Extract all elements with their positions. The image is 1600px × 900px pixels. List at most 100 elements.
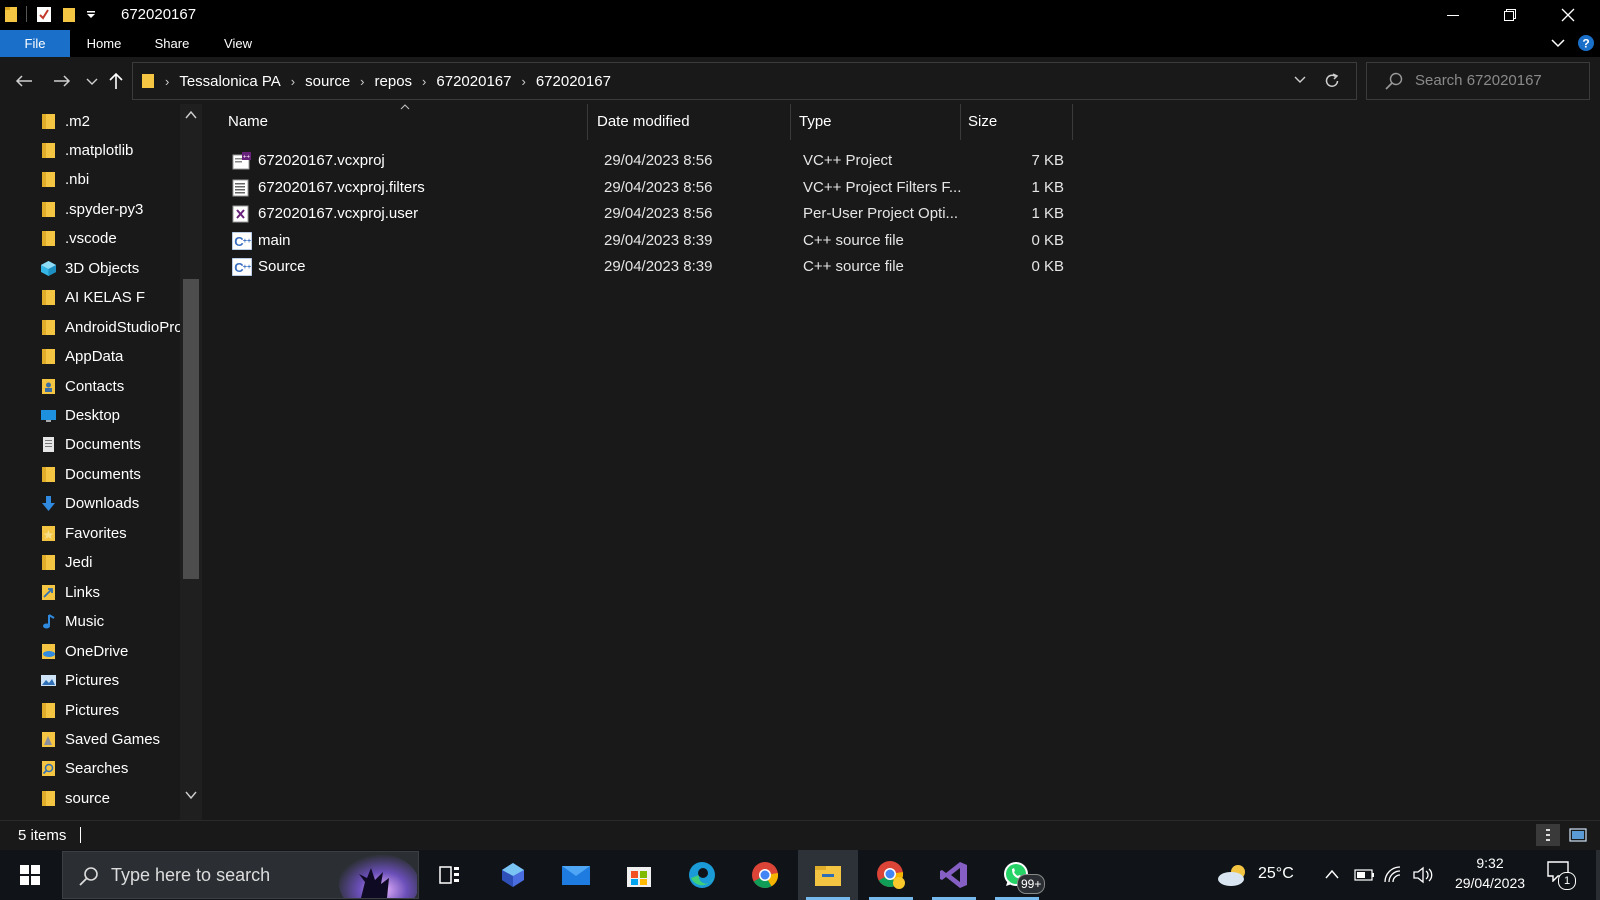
up-button[interactable] <box>104 69 128 93</box>
nav-item[interactable]: Searches <box>40 754 180 784</box>
customize-dropdown-icon[interactable] <box>85 8 97 20</box>
weather-temperature[interactable]: 25°C <box>1258 865 1294 883</box>
back-button[interactable] <box>12 69 36 93</box>
taskbar-app-edge[interactable] <box>672 850 732 900</box>
show-desktop-button[interactable] <box>1596 850 1600 900</box>
column-header-date[interactable]: Date modified <box>597 104 787 140</box>
nav-scroll-thumb[interactable] <box>183 279 199 579</box>
file-row[interactable]: C ++ main 29/04/2023 8:39 C++ source file 0 K… <box>224 228 1274 254</box>
large-icons-view-button[interactable] <box>1566 824 1590 846</box>
column-header-size[interactable]: Size <box>968 104 1068 140</box>
details-view-button[interactable] <box>1536 824 1560 846</box>
nav-item[interactable]: 3D Objects <box>40 253 180 283</box>
column-divider[interactable] <box>960 104 961 140</box>
battery-icon[interactable] <box>1354 868 1376 882</box>
taskbar-app-chrome-canary[interactable] <box>861 850 921 900</box>
file-row[interactable]: 672020167.vcxproj.filters 29/04/2023 8:56… <box>224 175 1274 201</box>
nav-item[interactable]: Pictures <box>40 695 180 725</box>
tab-home[interactable]: Home <box>80 30 128 57</box>
address-history-button[interactable] <box>1293 74 1307 86</box>
expand-ribbon-button[interactable] <box>1550 36 1566 50</box>
start-button[interactable] <box>0 850 60 900</box>
taskbar-app-file-explorer[interactable] <box>798 850 858 900</box>
nav-item-label: Documents <box>65 436 141 454</box>
nav-item[interactable]: .spyder-py3 <box>40 194 180 224</box>
scroll-up-icon[interactable] <box>185 110 197 120</box>
column-divider[interactable] <box>1072 104 1073 140</box>
recent-locations-button[interactable] <box>80 69 104 93</box>
column-divider[interactable] <box>587 104 588 140</box>
clock-time[interactable]: 9:32 <box>1460 855 1520 871</box>
forward-button[interactable] <box>50 69 74 93</box>
restore-button[interactable] <box>1487 0 1533 30</box>
tab-view[interactable]: View <box>214 30 262 57</box>
chevron-right-icon[interactable]: › <box>517 74 529 89</box>
chevron-right-icon[interactable]: › <box>356 74 368 89</box>
details-view-icon <box>1542 828 1554 842</box>
nav-item[interactable]: AndroidStudioProjects <box>40 312 180 342</box>
help-button[interactable]: ? <box>1578 35 1594 51</box>
nav-item[interactable]: OneDrive <box>40 636 180 666</box>
nav-item-label: .vscode <box>65 230 117 248</box>
chevron-right-icon[interactable]: › <box>287 74 299 89</box>
file-row[interactable]: 672020167.vcxproj.user 29/04/2023 8:56 Per… <box>224 201 1274 227</box>
search-box[interactable]: Search 672020167 <box>1366 62 1590 100</box>
properties-checkmark-icon[interactable] <box>35 5 53 23</box>
nav-item[interactable]: Saved Games <box>40 724 180 754</box>
file-row[interactable]: ++ 672020167.vcxproj 29/04/2023 8:56 VC++ P… <box>224 148 1274 174</box>
column-header-type[interactable]: Type <box>799 104 959 140</box>
clock-date[interactable]: 29/04/2023 <box>1440 875 1540 891</box>
taskbar-app-mail[interactable] <box>546 850 606 900</box>
taskbar-app-copilot[interactable] <box>483 850 543 900</box>
close-button[interactable] <box>1545 0 1591 30</box>
nav-item[interactable]: AppData <box>40 342 180 372</box>
nav-item[interactable]: AI KELAS F <box>40 283 180 313</box>
address-bar[interactable]: › Tessalonica PA › source › repos › 6720… <box>132 62 1357 100</box>
chevron-right-icon[interactable]: › <box>418 74 430 89</box>
nav-item[interactable]: Favorites <box>40 518 180 548</box>
svg-text:?: ? <box>1582 37 1589 51</box>
crumb-project[interactable]: 672020167 <box>430 73 517 90</box>
column-header-name[interactable]: Name <box>228 104 568 140</box>
volume-icon[interactable] <box>1412 866 1434 884</box>
taskbar-app-store[interactable] <box>609 850 669 900</box>
taskbar-app-whatsapp[interactable]: 99+ <box>987 850 1047 900</box>
show-hidden-icons-icon[interactable] <box>1324 868 1340 880</box>
taskbar-app-chrome[interactable] <box>735 850 795 900</box>
wifi-icon[interactable] <box>1384 866 1404 884</box>
nav-item[interactable]: Desktop <box>40 401 180 431</box>
crumb-source[interactable]: source <box>299 73 356 90</box>
nav-item[interactable]: source <box>40 783 180 813</box>
nav-item[interactable]: Contacts <box>40 371 180 401</box>
nav-item[interactable]: Pictures <box>40 666 180 696</box>
file-row[interactable]: C ++ Source 29/04/2023 8:39 C++ source file 0… <box>224 254 1274 280</box>
scroll-down-icon[interactable] <box>185 790 197 800</box>
minimize-button[interactable] <box>1430 0 1476 30</box>
refresh-button[interactable] <box>1323 72 1341 90</box>
crumb-current[interactable]: 672020167 <box>530 73 617 90</box>
nav-item[interactable]: Jedi <box>40 548 180 578</box>
crumb-repos[interactable]: repos <box>369 73 419 90</box>
column-divider[interactable] <box>790 104 791 140</box>
taskbar-app-task-view[interactable] <box>420 850 480 900</box>
nav-item[interactable]: Downloads <box>40 489 180 519</box>
nav-item[interactable]: Links <box>40 577 180 607</box>
nav-item[interactable]: .nbi <box>40 165 180 195</box>
taskbar-search-box[interactable]: Type here to search <box>62 851 419 899</box>
nav-scrollbar[interactable] <box>180 104 202 820</box>
nav-item[interactable]: Music <box>40 607 180 637</box>
nav-item[interactable]: Documents <box>40 430 180 460</box>
nav-item[interactable]: .vscode <box>40 224 180 254</box>
weather-icon[interactable] <box>1216 862 1250 888</box>
chevron-right-icon[interactable]: › <box>161 74 173 89</box>
tab-file[interactable]: File <box>0 30 70 57</box>
nav-item[interactable]: .matplotlib <box>40 135 180 165</box>
nav-item[interactable]: Documents <box>40 459 180 489</box>
nav-item[interactable]: .m2 <box>40 106 180 136</box>
new-folder-icon[interactable] <box>61 5 77 23</box>
tab-share[interactable]: Share <box>148 30 196 57</box>
taskbar-app-visual-studio[interactable] <box>924 850 984 900</box>
crumb-user[interactable]: Tessalonica PA <box>173 73 286 90</box>
notification-center-button[interactable]: 1 <box>1546 860 1576 890</box>
folder-icon <box>40 289 57 306</box>
